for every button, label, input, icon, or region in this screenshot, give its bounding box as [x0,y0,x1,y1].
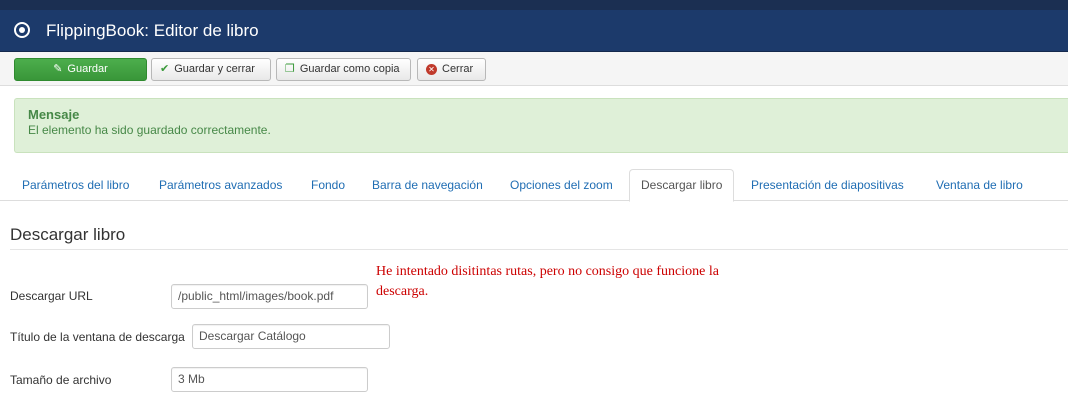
section-title: Descargar libro [10,225,126,244]
tab-book-parameters[interactable]: Parámetros del libro [22,170,129,201]
alert-message: El elemento ha sido guardado correctamen… [28,123,271,137]
edit-icon: ✎ [53,63,63,75]
download-url-input[interactable]: /public_html/images/book.pdf [171,284,368,309]
tab-download-book[interactable]: Descargar libro [629,169,735,202]
check-icon: ✔ [160,63,170,75]
cancel-icon: ✕ [426,64,437,75]
save-and-close-label: Guardar y cerrar [174,63,255,75]
file-size-label: Tamaño de archivo [10,373,112,387]
top-strip [0,0,1068,10]
copy-icon: ❐ [285,63,295,75]
title-bar: FlippingBook: Editor de libro [0,10,1068,52]
tab-background[interactable]: Fondo [311,170,345,201]
window-title-label: Título de la ventana de descarga [10,330,185,344]
tab-slideshow[interactable]: Presentación de diapositivas [751,170,904,201]
section-divider [10,249,1068,250]
tab-book-window[interactable]: Ventana de libro [936,170,1023,201]
file-size-input[interactable]: 3 Mb [171,367,368,392]
window-title-input[interactable]: Descargar Catálogo [192,324,390,349]
close-button[interactable]: ✕ Cerrar [417,58,486,81]
tab-bar: Parámetros del libro Parámetros avanzado… [0,168,1068,202]
close-button-label: Cerrar [442,63,474,75]
save-button-label: Guardar [67,63,108,75]
toolbar: ✎ Guardar ✔ Guardar y cerrar ❐ Guardar c… [0,52,1068,86]
tab-navigation-bar[interactable]: Barra de navegación [372,170,483,201]
tab-advanced-parameters[interactable]: Parámetros avanzados [159,170,282,201]
tab-zoom-options[interactable]: Opciones del zoom [510,170,613,201]
target-icon [14,22,30,38]
download-url-label: Descargar URL [10,289,93,303]
save-button[interactable]: ✎ Guardar [14,58,147,81]
success-alert: Mensaje El elemento ha sido guardado cor… [14,98,1068,153]
annotation-note: He intentado disitintas rutas, pero no c… [376,264,719,299]
alert-heading: Mensaje [28,107,80,122]
page-title: FlippingBook: Editor de libro [46,21,259,40]
save-as-copy-label: Guardar como copia [299,63,400,75]
save-as-copy-button[interactable]: ❐ Guardar como copia [276,58,411,81]
save-and-close-button[interactable]: ✔ Guardar y cerrar [151,58,271,81]
